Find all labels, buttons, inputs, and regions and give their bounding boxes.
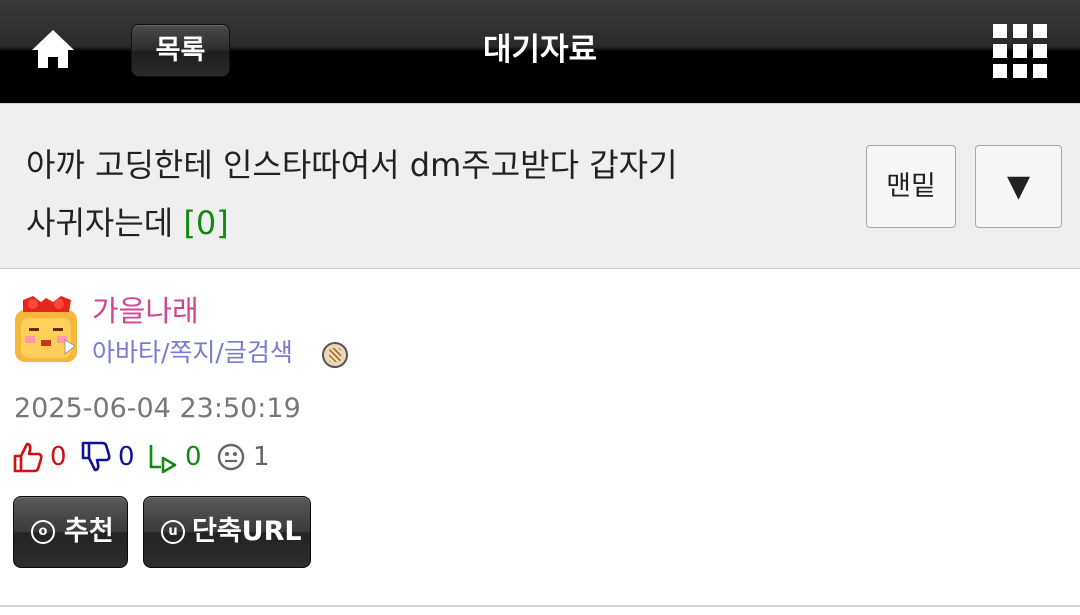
- home-button[interactable]: [26, 24, 80, 74]
- author-avatar[interactable]: [13, 296, 79, 364]
- author-name[interactable]: 가을나래: [92, 293, 199, 329]
- home-icon: [32, 30, 74, 68]
- bear-avatar-icon: [15, 296, 77, 362]
- divider: [0, 605, 1080, 607]
- share-arrow-icon[interactable]: [147, 440, 179, 474]
- comment-count[interactable]: [0]: [183, 204, 228, 242]
- view-count: 1: [253, 442, 270, 472]
- scroll-down-button[interactable]: ▼: [975, 145, 1062, 228]
- recommend-label: 추천: [64, 516, 114, 547]
- short-url-button[interactable]: u 단축URL: [143, 496, 311, 568]
- page-title: 대기자료: [482, 32, 598, 68]
- share-count: 0: [185, 442, 202, 472]
- like-count: 0: [50, 442, 67, 472]
- recommend-button[interactable]: o 추천: [13, 496, 128, 568]
- smiley-view-icon: [217, 443, 245, 471]
- scroll-bottom-button[interactable]: 맨밑: [866, 145, 956, 228]
- post-title-text: 아까 고딩한테 인스타따여서 dm주고받다 갑자기 사귀자는데: [26, 146, 678, 242]
- short-url-label: 단축URL: [192, 516, 302, 547]
- level-badge-icon: [322, 342, 348, 368]
- post-title: 아까 고딩한테 인스타따여서 dm주고받다 갑자기 사귀자는데 [0]: [26, 136, 716, 252]
- recommend-icon: o: [31, 520, 55, 544]
- post-date: 2025-06-04 23:50:19: [14, 393, 301, 424]
- dislike-count: 0: [118, 442, 135, 472]
- thumbs-down-icon[interactable]: [80, 440, 112, 474]
- author-links[interactable]: 아바타/쪽지/글검색: [92, 337, 293, 369]
- short-url-icon: u: [161, 520, 185, 544]
- list-button[interactable]: 목록: [131, 24, 230, 77]
- thumbs-up-icon[interactable]: [12, 440, 44, 474]
- post-title-bar: 아까 고딩한테 인스타따여서 dm주고받다 갑자기 사귀자는데 [0] 맨밑 ▼: [0, 103, 1080, 269]
- top-header: 목록 대기자료: [0, 0, 1080, 103]
- grid-menu-button[interactable]: [993, 24, 1047, 78]
